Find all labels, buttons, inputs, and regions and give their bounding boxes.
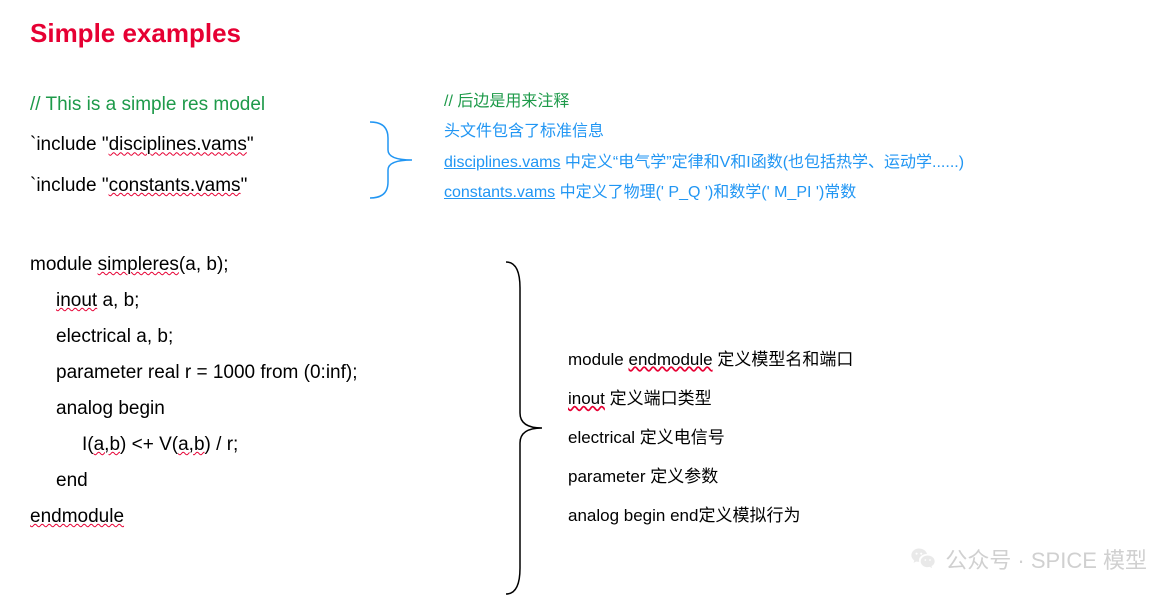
annot-r2: inout 定义端口类型: [568, 379, 853, 418]
kw-module: module: [30, 254, 98, 275]
bracket-right-icon: [502, 258, 546, 598]
kw-inout: inout: [56, 290, 97, 311]
annot-top-3a: disciplines.vams: [444, 154, 560, 171]
expr-b: a,b: [94, 434, 120, 455]
module-name: simpleres: [98, 254, 179, 275]
annot-r1b: endmodule: [628, 350, 712, 369]
annot-r2a: inout: [568, 389, 605, 408]
annot-top-2: 头文件包含了标准信息: [444, 117, 964, 147]
include-file-2: constants.vams: [109, 175, 241, 196]
annot-r2b: 定义端口类型: [605, 389, 712, 408]
module-decl: module simpleres(a, b);: [30, 254, 358, 276]
include-suffix-1: ": [247, 134, 254, 155]
include-line-1: `include "disciplines.vams": [30, 130, 265, 159]
code-top-block: // This is a simple res model `include "…: [30, 90, 265, 211]
expr-d: a,b: [178, 434, 204, 455]
inout-args: a, b;: [97, 290, 139, 311]
wechat-icon: [909, 545, 937, 573]
include-prefix-1: `include ": [30, 134, 109, 155]
endmodule-line: endmodule: [30, 506, 358, 528]
expr-c: ) <+ V(: [120, 434, 178, 455]
include-line-2: `include "constants.vams": [30, 171, 265, 200]
annotation-top: // 后边是用来注释 头文件包含了标准信息 disciplines.vams 中…: [444, 87, 964, 209]
annot-r3: electrical 定义电信号: [568, 418, 853, 457]
expr-line: I(a,b) <+ V(a,b) / r;: [30, 434, 358, 456]
bracket-top-icon: [366, 118, 418, 202]
code-comment: // This is a simple res model: [30, 90, 265, 119]
annot-r1a: module: [568, 350, 628, 369]
annot-top-1: // 后边是用来注释: [444, 87, 964, 117]
module-code-block: module simpleres(a, b); inout a, b; elec…: [30, 254, 358, 542]
electrical-line: electrical a, b;: [30, 326, 358, 348]
annot-r5: analog begin end定义模拟行为: [568, 496, 853, 535]
slide-title: Simple examples: [30, 18, 241, 49]
kw-endmodule: endmodule: [30, 506, 124, 527]
annot-top-4b: 中定义了物理(' P_Q ')和数学(' M_PI ')常数: [555, 184, 856, 201]
annot-r1: module endmodule 定义模型名和端口: [568, 340, 853, 379]
annot-top-4: constants.vams 中定义了物理(' P_Q ')和数学(' M_PI…: [444, 178, 964, 208]
parameter-line: parameter real r = 1000 from (0:inf);: [30, 362, 358, 384]
annot-top-3: disciplines.vams 中定义“电气学”定律和V和I函数(也包括热学、…: [444, 148, 964, 178]
analog-begin-line: analog begin: [30, 398, 358, 420]
expr-e: ) / r;: [205, 434, 239, 455]
inout-line: inout a, b;: [30, 290, 358, 312]
include-file-1: disciplines.vams: [109, 134, 247, 155]
annot-top-4a: constants.vams: [444, 184, 555, 201]
annotation-right: module endmodule 定义模型名和端口 inout 定义端口类型 e…: [568, 340, 853, 535]
module-ports: (a, b);: [179, 254, 229, 275]
annot-r4: parameter 定义参数: [568, 457, 853, 496]
include-suffix-2: ": [241, 175, 248, 196]
annot-r1c: 定义模型名和端口: [713, 350, 854, 369]
end-line: end: [30, 470, 358, 492]
watermark: 公众号 · SPICE 模型: [909, 543, 1147, 575]
expr-a: I(: [82, 434, 94, 455]
watermark-text: 公众号 · SPICE 模型: [945, 543, 1147, 575]
annot-top-3b: 中定义“电气学”定律和V和I函数(也包括热学、运动学......): [560, 154, 964, 171]
include-prefix-2: `include ": [30, 175, 109, 196]
